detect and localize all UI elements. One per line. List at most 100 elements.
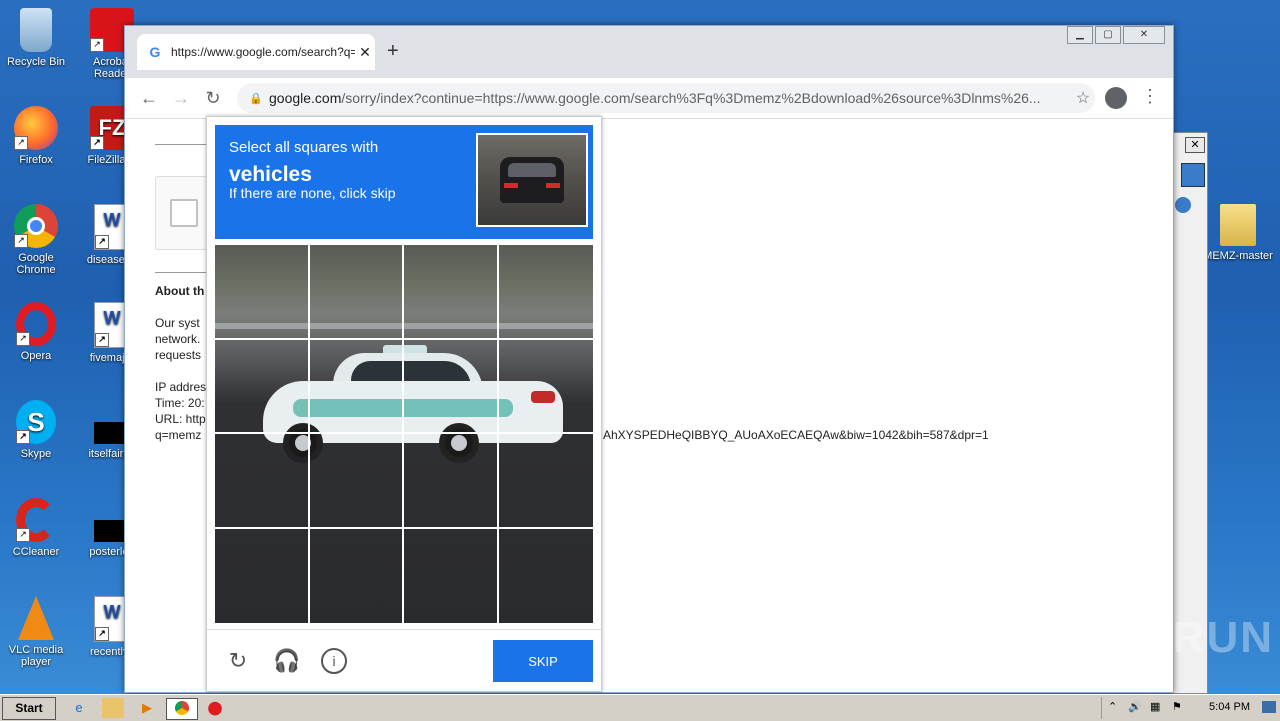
google-favicon-icon: G [149,44,161,60]
desktop-icon-memz-master[interactable]: MEMZ-master [1202,204,1274,262]
desktop-icon-ccleaner[interactable]: ↗ CCleaner [4,498,68,558]
desktop-icon-label: Firefox [19,154,53,166]
shortcut-arrow-icon: ↗ [14,136,28,150]
explorer-icon[interactable] [102,698,124,718]
captcha-tile[interactable] [404,529,498,623]
shortcut-arrow-icon: ↗ [14,234,28,248]
captcha-footer: ↻ 🎧 i SKIP [207,629,601,692]
captcha-hint: If there are none, click skip [229,185,396,201]
maximize-button[interactable]: ▢ [1095,26,1121,44]
desktop-icon-vlc[interactable]: VLC media player [4,596,68,668]
desktop-icon-recycle-bin[interactable]: Recycle Bin [4,8,68,68]
network-icon[interactable]: ▦ [1150,700,1160,713]
headphones-icon[interactable]: 🎧 [273,648,300,674]
captcha-tile[interactable] [404,245,498,339]
chrome-taskbar-icon[interactable] [166,698,198,720]
show-desktop-icon[interactable] [1262,701,1276,713]
shortcut-arrow-icon: ↗ [95,627,109,641]
start-label: Start [15,701,43,715]
captcha-tile[interactable] [215,340,309,434]
captcha-target: vehicles [229,163,312,186]
bookmark-star-icon[interactable]: ☆ [1071,88,1095,108]
forward-icon[interactable]: → [169,86,193,110]
start-button[interactable]: Start [2,697,56,720]
explanation-line: network. [155,332,201,346]
help-icon[interactable] [1175,197,1191,213]
shortcut-arrow-icon: ↗ [16,430,30,444]
recycle-bin-icon [20,8,52,52]
media-player-icon[interactable]: ▶ [136,698,158,718]
ip-address-line: IP addres [155,380,207,394]
shortcut-arrow-icon: ↗ [95,235,109,249]
ie-icon[interactable]: e [68,698,90,718]
word-glyph: W [103,308,121,328]
captcha-challenge: Select all squares with vehicles If ther… [206,116,602,692]
firefox-icon: ↗ [14,106,58,150]
captcha-tile[interactable] [310,340,404,434]
captcha-tile[interactable] [499,340,593,434]
info-icon[interactable]: i [321,648,347,674]
close-icon[interactable]: ✕ [1185,137,1205,153]
search-icon[interactable] [1181,163,1205,187]
desktop-icon-label: MEMZ-master [1203,250,1273,262]
new-tab-icon[interactable]: + [387,40,399,63]
captcha-tile[interactable] [499,529,593,623]
system-tray: ⌃ 🔊 ▦ ⚑ 5:04 PM [1101,697,1280,719]
captcha-tile[interactable] [310,434,404,528]
captcha-header: Select all squares with vehicles If ther… [215,125,593,239]
desktop-icon-opera[interactable]: ↗ Opera [4,302,68,362]
close-window-button[interactable]: ✕ [1123,26,1165,44]
url-line-cont: q=memz [155,428,202,442]
tray-expand-icon[interactable]: ⌃ [1108,700,1117,713]
captcha-tile[interactable] [499,245,593,339]
shortcut-arrow-icon: ↗ [16,528,30,542]
account-icon[interactable] [1105,87,1127,109]
captcha-tile[interactable] [310,245,404,339]
word-glyph: W [103,210,121,230]
ccleaner-icon: ↗ [16,498,56,542]
captcha-tile[interactable] [215,529,309,623]
window-controls: ▁ ▢ ✕ [1065,26,1165,44]
browser-toolbar: ← → ↻ 🔒 google.com/sorry/index?continue=… [125,78,1173,119]
captcha-tile[interactable] [215,245,309,339]
tab-close-icon[interactable]: ✕ [355,44,375,61]
shortcut-arrow-icon: ↗ [90,136,104,150]
opera-taskbar-icon[interactable]: ⬤ [204,698,226,718]
explanation-line: requests [155,348,202,362]
captcha-tile[interactable] [499,434,593,528]
about-heading: About th [155,284,205,298]
captcha-sample-image [476,133,588,227]
minimize-button[interactable]: ▁ [1067,26,1093,44]
captcha-tile[interactable] [404,340,498,434]
anyrun-watermark: ANY▷RUN [1038,613,1275,662]
address-bar[interactable]: 🔒 google.com/sorry/index?continue=https:… [237,83,1095,113]
background-window[interactable]: ✕ [1170,132,1208,694]
reload-icon[interactable]: ↻ [201,86,225,110]
taskbar: Start e ▶ ⬤ ⌃ 🔊 ▦ ⚑ 5:04 PM [0,694,1280,721]
desktop-icon-skype[interactable]: S ↗ Skype [4,400,68,460]
folder-icon [1220,204,1256,246]
clock[interactable]: 5:04 PM [1209,701,1250,713]
url-text: google.com/sorry/index?continue=https://… [269,90,1071,106]
url-line-tail: AhXYSPEDHeQIBBYQ_AUoAXoECAEQAw&biw=1042&… [603,428,989,442]
desktop-icon-label: VLC media player [8,644,64,668]
flag-icon[interactable]: ⚑ [1172,700,1182,713]
captcha-tile[interactable] [310,529,404,623]
browser-tab[interactable]: G https://www.google.com/search?q= ✕ [137,34,375,70]
recaptcha-widget[interactable] [155,176,213,250]
skip-button[interactable]: SKIP [493,640,593,682]
captcha-tile[interactable] [404,434,498,528]
reload-challenge-icon[interactable]: ↻ [225,648,251,674]
desktop-icon-chrome[interactable]: ↗ Google Chrome [4,204,68,276]
back-icon[interactable]: ← [137,86,161,110]
skype-icon: S ↗ [16,400,56,444]
vlc-cone-icon [18,596,54,640]
menu-kebab-icon[interactable]: ⋮ [1141,86,1159,107]
desktop-icon-label: Skype [20,448,52,460]
volume-icon[interactable]: 🔊 [1128,700,1142,713]
captcha-tile[interactable] [215,434,309,528]
desktop-icon-firefox[interactable]: ↗ Firefox [4,106,68,166]
captcha-image-grid [215,245,593,623]
recaptcha-checkbox[interactable] [170,199,198,227]
explanation-line: Our syst [155,316,200,330]
